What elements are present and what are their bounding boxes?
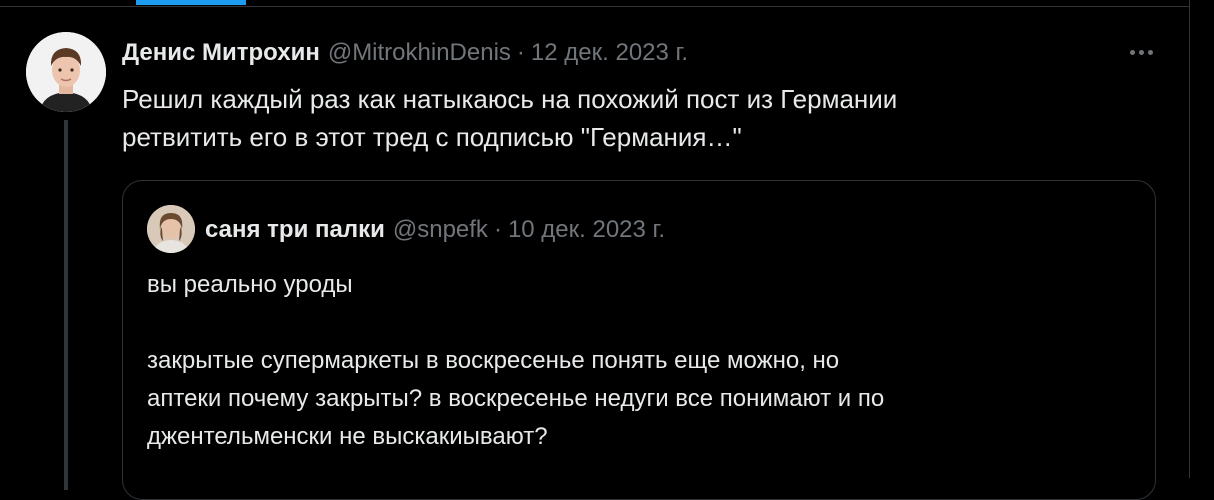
quote-text-line: закрытые супермаркеты в воскресенье поня… — [147, 347, 840, 374]
quote-avatar[interactable] — [147, 205, 195, 253]
avatar[interactable] — [26, 32, 106, 112]
column-border — [1189, 0, 1190, 478]
tweet-date[interactable]: 12 дек. 2023 г. — [531, 39, 688, 67]
thread-line — [64, 120, 68, 490]
tweet-text: Решил каждый раз как натыкаюсь на похожи… — [122, 80, 1162, 156]
quote-text: вы реально уроды закрытые супермаркеты в… — [147, 266, 1107, 456]
tweet-text-line: ретвитить его в этот тред с подписью "Ге… — [122, 122, 742, 152]
divider — [0, 6, 1190, 7]
active-tab-indicator — [136, 0, 246, 5]
more-horizontal-icon[interactable] — [1124, 40, 1158, 64]
tweet-text-line: Решил каждый раз как натыкаюсь на похожи… — [122, 84, 898, 114]
quoted-tweet[interactable]: саня три палки @snpefk · 10 дек. 2023 г.… — [122, 180, 1156, 500]
quote-author-handle: @snpefk — [392, 216, 488, 243]
quote-header: саня три палки @snpefk · 10 дек. 2023 г. — [205, 214, 665, 246]
tweet-header: Денис Митрохин @MitrokhinDenis · 12 дек.… — [122, 38, 688, 68]
quote-author-name: саня три палки — [205, 216, 385, 243]
separator: · — [493, 216, 502, 243]
quote-date: 10 дек. 2023 г. — [507, 216, 666, 243]
quote-text-line: аптеки почему закрыты? в воскресенье нед… — [147, 385, 885, 412]
author-name[interactable]: Денис Митрохин — [122, 39, 320, 67]
author-handle[interactable]: @MitrokhinDenis — [328, 39, 511, 67]
quote-text-line: джентельменски не выскакиывают? — [147, 423, 548, 450]
separator: · — [516, 39, 525, 66]
quote-text-line: вы реально уроды — [147, 271, 353, 298]
